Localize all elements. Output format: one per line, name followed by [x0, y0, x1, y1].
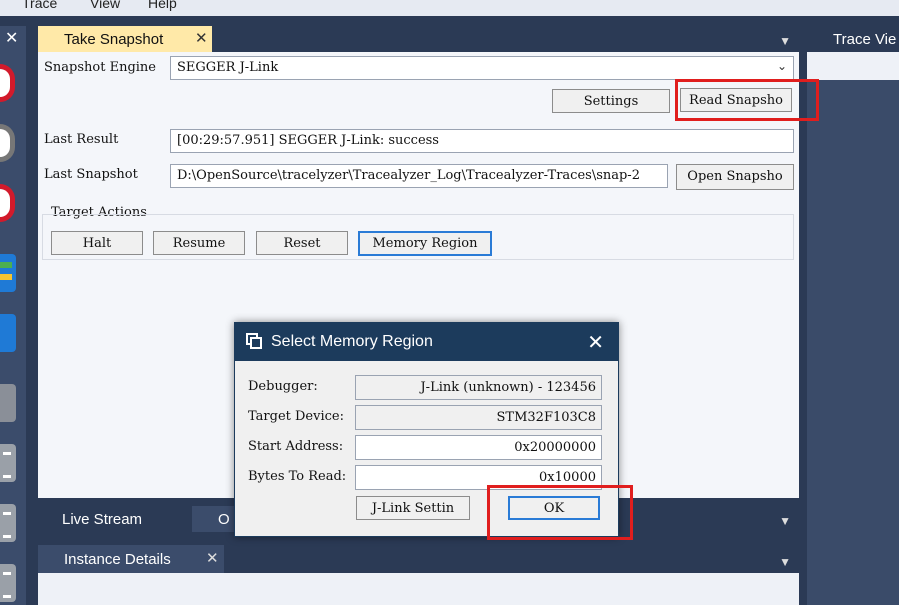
instance-details-body — [38, 573, 799, 605]
last-snapshot-label: Last Snapshot — [44, 167, 138, 182]
chevron-down-icon[interactable]: ▼ — [779, 34, 791, 48]
last-result-label: Last Result — [44, 132, 119, 147]
tab-trace-view[interactable]: Trace Vie — [807, 26, 899, 52]
stop-icon[interactable] — [0, 124, 15, 162]
record-icon[interactable] — [0, 184, 15, 222]
menu-view[interactable]: View — [90, 0, 120, 11]
halt-button[interactable]: Halt — [51, 231, 143, 255]
engine-select[interactable]: SEGGER J-Link ⌄ — [170, 56, 794, 80]
close-icon[interactable]: ✕ — [206, 549, 219, 567]
start-address-label: Start Address: — [248, 439, 344, 454]
resume-button[interactable]: Resume — [153, 231, 245, 255]
dialog-icon — [246, 333, 262, 349]
instance-tabstrip: Instance Details ✕ ▼ — [36, 545, 799, 573]
chevron-down-icon[interactable]: ▼ — [779, 555, 791, 569]
chevron-down-icon: ⌄ — [776, 59, 787, 73]
tv-icon[interactable] — [0, 314, 16, 352]
close-icon[interactable]: ✕ — [195, 29, 208, 47]
last-result-field: [00:29:57.951] SEGGER J-Link: success — [170, 129, 794, 153]
tv-icon[interactable] — [0, 384, 16, 422]
jlink-settings-button[interactable]: J-Link Settin — [356, 496, 470, 520]
bytes-to-read-label: Bytes To Read: — [248, 469, 347, 484]
target-device-label: Target Device: — [248, 409, 344, 424]
close-icon[interactable]: ✕ — [587, 330, 604, 355]
list-icon[interactable] — [0, 564, 16, 602]
menu-bar: Trace View Help — [0, 0, 899, 16]
menu-trace[interactable]: Trace — [22, 0, 57, 11]
debugger-field: J-Link (unknown) - 123456 — [355, 375, 602, 400]
dialog-titlebar: Select Memory Region ✕ — [235, 323, 618, 361]
tab-instance-details[interactable]: Instance Details ✕ — [38, 545, 224, 573]
right-panel: Trace Vie — [807, 26, 899, 605]
menu-help[interactable]: Help — [148, 0, 177, 11]
chart-icon[interactable] — [0, 254, 16, 292]
main-tabstrip: Take Snapshot ✕ ▼ — [36, 26, 799, 52]
list-icon[interactable] — [0, 444, 16, 482]
right-panel-header — [807, 52, 899, 80]
settings-button[interactable]: Settings — [552, 89, 670, 113]
instance-tab-label: Instance Details — [64, 551, 171, 568]
list-icon[interactable] — [0, 504, 16, 542]
highlight-box — [675, 79, 819, 121]
left-toolbar: ✕ — [0, 26, 26, 605]
reset-button[interactable]: Reset — [256, 231, 348, 255]
last-snapshot-field[interactable]: D:\OpenSource\tracelyzer\Tracealyzer_Log… — [170, 164, 668, 188]
start-address-input[interactable]: 0x20000000 — [355, 435, 602, 460]
tab-label: Take Snapshot — [64, 31, 164, 48]
tab-take-snapshot[interactable]: Take Snapshot ✕ — [38, 26, 212, 52]
engine-value: SEGGER J-Link — [177, 60, 279, 75]
dialog-title: Select Memory Region — [271, 333, 433, 350]
debugger-label: Debugger: — [248, 379, 318, 394]
chevron-down-icon[interactable]: ▼ — [779, 514, 791, 528]
engine-label: Snapshot Engine — [44, 60, 156, 75]
right-panel-body — [807, 52, 899, 605]
memory-region-button[interactable]: Memory Region — [358, 231, 492, 256]
record-icon[interactable] — [0, 64, 15, 102]
open-snapshot-button[interactable]: Open Snapsho — [676, 164, 794, 190]
highlight-box — [487, 485, 633, 540]
close-icon[interactable]: ✕ — [5, 28, 18, 48]
tab-live-stream[interactable]: Live Stream — [36, 506, 192, 532]
target-device-field: STM32F103C8 — [355, 405, 602, 430]
